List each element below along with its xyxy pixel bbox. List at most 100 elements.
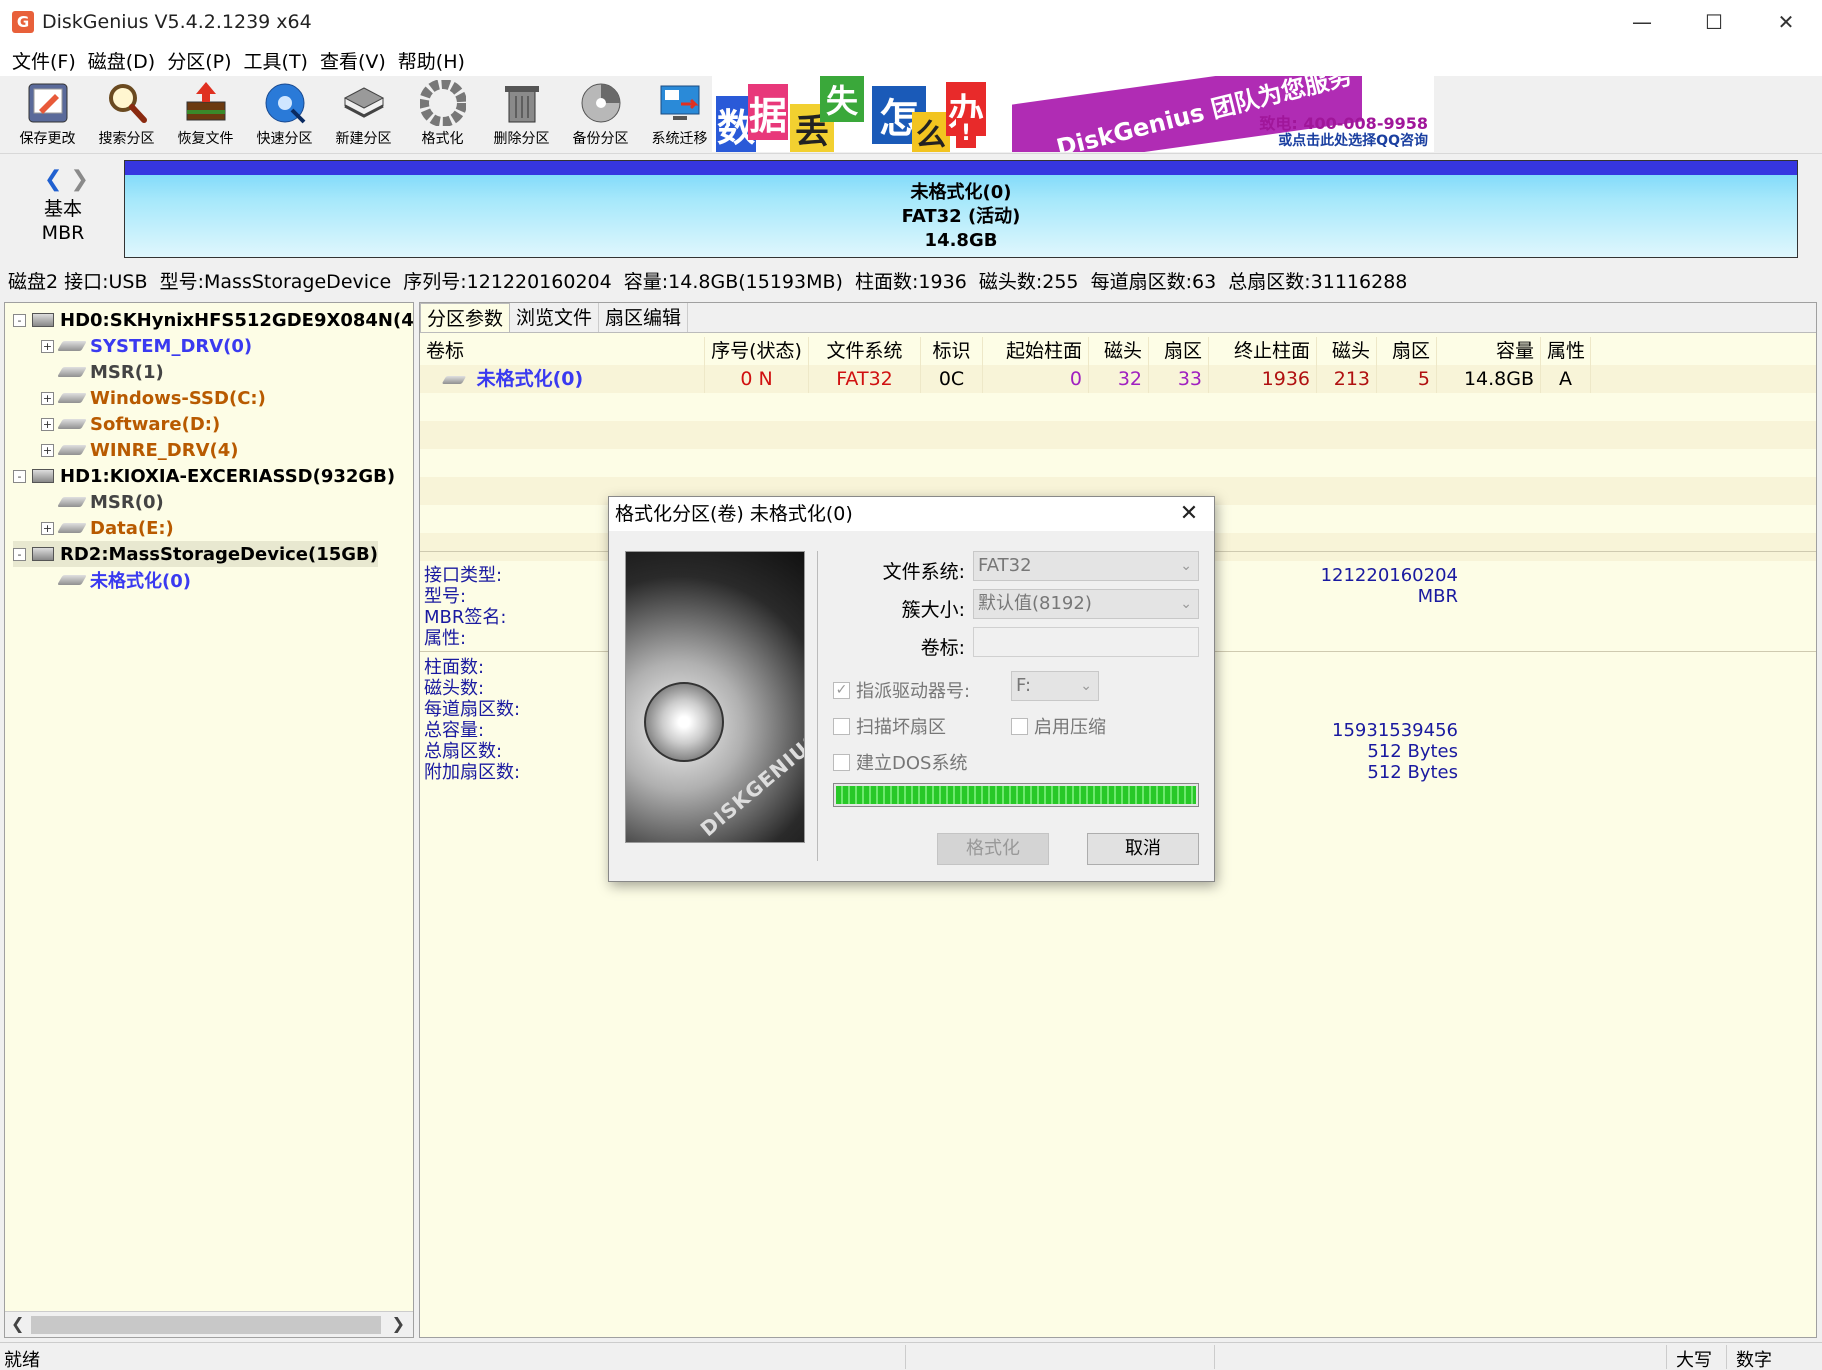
menu-view[interactable]: 查看(V)	[314, 47, 392, 74]
column-header[interactable]: 卷标	[420, 337, 705, 365]
enable-compression-checkbox[interactable]: 启用压缩	[1011, 713, 1106, 739]
tool-label: 恢复文件	[177, 131, 234, 147]
cluster-size-select[interactable]: 默认值(8192) ⌄	[973, 589, 1199, 619]
file-system-select[interactable]: FAT32 ⌄	[973, 551, 1199, 581]
tree-item-disk[interactable]: - HD0:SKHynixHFS512GDE9X084N(477GB)	[13, 307, 413, 333]
cancel-button[interactable]: 取消	[1087, 833, 1199, 865]
recover-files-button[interactable]: 恢复文件	[166, 76, 245, 154]
column-header[interactable]: 起始柱面	[983, 337, 1089, 365]
tree-item-disk-selected[interactable]: - RD2:MassStorageDevice(15GB)	[13, 541, 378, 567]
collapse-icon[interactable]: -	[13, 547, 26, 561]
expand-icon[interactable]: +	[41, 521, 54, 535]
column-header[interactable]: 扇区	[1149, 337, 1209, 365]
delete-partition-button[interactable]: 删除分区	[482, 76, 561, 154]
search-icon	[108, 84, 147, 123]
tab-browse-files[interactable]: 浏览文件	[510, 303, 600, 332]
collapse-icon[interactable]: -	[13, 313, 26, 327]
tree-item-partition[interactable]: + Software(D:)	[41, 411, 220, 437]
column-header[interactable]: 磁头	[1089, 337, 1149, 365]
create-dos-checkbox[interactable]: 建立DOS系统	[833, 749, 967, 775]
minimize-button[interactable]: —	[1606, 0, 1678, 44]
enable-compression-label: 启用压缩	[1034, 717, 1106, 738]
scroll-right-icon[interactable]: ❯	[392, 1314, 405, 1333]
system-migration-button[interactable]: 系统迁移	[640, 76, 719, 154]
table-row-empty	[420, 449, 1816, 477]
status-separator	[1214, 1345, 1215, 1369]
tree-item-partition[interactable]: MSR(1)	[57, 359, 164, 385]
status-text: 就绪	[4, 1350, 40, 1370]
expand-icon[interactable]: +	[41, 339, 54, 353]
cell-text: 未格式化(0)	[476, 368, 584, 390]
expand-icon[interactable]: +	[41, 443, 54, 457]
tab-partition-params[interactable]: 分区参数	[420, 303, 511, 332]
expand-icon[interactable]: +	[41, 417, 54, 431]
drive-letter-value: F:	[1016, 675, 1032, 696]
format-button[interactable]: 格式化	[403, 76, 482, 154]
scan-bad-sectors-checkbox[interactable]: 扫描坏扇区	[833, 713, 946, 739]
assign-drive-checkbox[interactable]: ✓ 指派驱动器号:	[833, 677, 970, 703]
column-header[interactable]: 属性	[1541, 337, 1591, 365]
partition-bar[interactable]: 未格式化(0) FAT32 (活动) 14.8GB	[124, 160, 1798, 258]
format-button[interactable]: 格式化	[937, 833, 1049, 865]
column-header[interactable]: 扇区	[1377, 337, 1437, 365]
next-disk-icon[interactable]: ❯	[70, 167, 88, 192]
tree-item-partition[interactable]: + Windows-SSD(C:)	[41, 385, 266, 411]
column-header[interactable]: 标识	[921, 337, 983, 365]
scroll-left-icon[interactable]: ❮	[11, 1314, 24, 1333]
table-cell: 0 N	[705, 365, 809, 393]
recover-icon	[186, 82, 225, 121]
column-header[interactable]: 磁头	[1317, 337, 1377, 365]
maximize-button[interactable]: ☐	[1678, 0, 1750, 44]
new-partition-button[interactable]: 新建分区	[324, 76, 403, 154]
tree-item-partition[interactable]: 未格式化(0)	[57, 567, 191, 593]
save-changes-button[interactable]: 保存更改	[8, 76, 87, 154]
tree-item-partition[interactable]: + Data(E:)	[41, 515, 174, 541]
table-cell: 33	[1149, 365, 1209, 393]
expand-icon[interactable]: +	[41, 391, 54, 405]
menu-help[interactable]: 帮助(H)	[392, 47, 471, 74]
tree-horizontal-scrollbar[interactable]: ❮ ❯	[5, 1311, 413, 1337]
volume-label: 卷标:	[920, 637, 965, 659]
quick-partition-button[interactable]: 快速分区	[245, 76, 324, 154]
save-icon	[28, 83, 67, 123]
tool-label: 删除分区	[493, 131, 550, 147]
drive-letter-select[interactable]: F: ⌄	[1011, 671, 1099, 701]
banner-qq[interactable]: 或点击此处选择QQ咨询	[1278, 130, 1428, 150]
menu-file[interactable]: 文件(F)	[6, 47, 82, 74]
tree-item-disk[interactable]: - HD1:KIOXIA-EXCERIASSD(932GB)	[13, 463, 395, 489]
window-controls: — ☐ ✕	[1606, 0, 1822, 44]
menu-partition[interactable]: 分区(P)	[161, 47, 237, 74]
format-dialog: 格式化分区(卷) 未格式化(0) ✕ DISKGENIUS 文件系统: FAT3…	[608, 496, 1215, 882]
close-window-button[interactable]: ✕	[1750, 0, 1822, 44]
column-header[interactable]: 终止柱面	[1209, 337, 1317, 365]
tab-sector-edit[interactable]: 扇区编辑	[599, 303, 689, 332]
menu-disk[interactable]: 磁盘(D)	[82, 47, 161, 74]
dialog-close-icon[interactable]: ✕	[1174, 497, 1204, 531]
tree-item-partition[interactable]: + WINRE_DRV(4)	[41, 437, 238, 463]
tree-item-label: WINRE_DRV(4)	[90, 439, 239, 461]
partition-icon	[57, 497, 87, 507]
backup-partition-button[interactable]: 备份分区	[561, 76, 640, 154]
app-icon: G	[12, 11, 34, 33]
table-cell: 213	[1317, 365, 1377, 393]
info-value: MBR	[1417, 586, 1458, 607]
info-value: 121220160204	[1320, 565, 1458, 586]
ad-banner[interactable]: 数 据 丢 失 怎 么 办 ! DiskGenius 团队为您服务 致电: 40…	[712, 76, 1434, 152]
column-header[interactable]: 文件系统	[809, 337, 921, 365]
tree-item-partition[interactable]: + SYSTEM_DRV(0)	[41, 333, 252, 359]
scrollbar-thumb[interactable]	[31, 1316, 381, 1334]
prev-disk-icon[interactable]: ❮	[44, 167, 62, 192]
search-partition-button[interactable]: 搜索分区	[87, 76, 166, 154]
table-row[interactable]: 未格式化(0) 0 N FAT32 0C 0 32 33 1936 213 5 …	[420, 365, 1816, 393]
collapse-icon[interactable]: -	[13, 469, 26, 483]
info-label: MBR签名:	[424, 607, 507, 628]
checkmark-icon: ✓	[833, 681, 850, 699]
info-label: 磁头数:	[424, 678, 485, 699]
volume-label-input[interactable]	[973, 627, 1199, 657]
tree-item-partition[interactable]: MSR(0)	[57, 489, 164, 515]
menu-tools[interactable]: 工具(T)	[238, 47, 314, 74]
info-value: 512 Bytes	[1367, 741, 1458, 762]
status-separator	[1666, 1345, 1667, 1369]
column-header[interactable]: 序号(状态)	[705, 337, 809, 365]
column-header[interactable]: 容量	[1437, 337, 1541, 365]
